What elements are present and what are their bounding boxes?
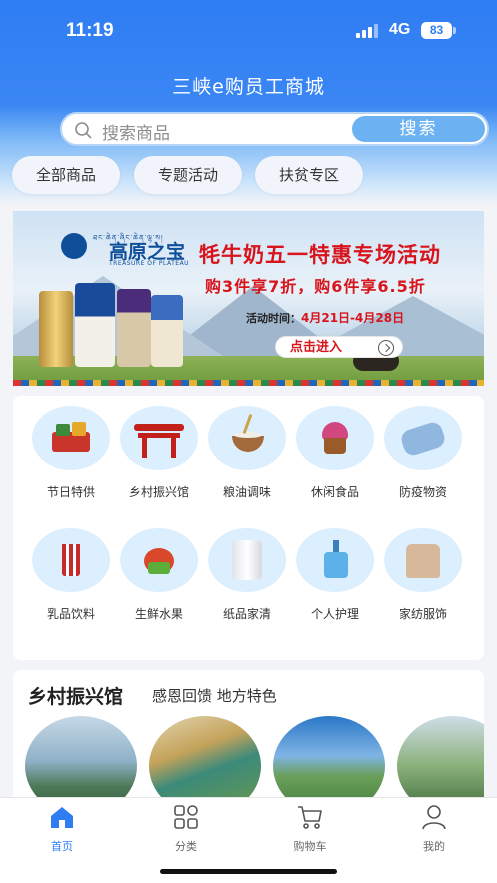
gift-box-icon bbox=[32, 406, 110, 470]
status-time: 11:19 bbox=[66, 20, 114, 41]
category-label: 节日特供 bbox=[46, 485, 95, 499]
banner-cta-label: 点击进入 bbox=[290, 340, 343, 355]
tab-label: 分类 bbox=[175, 840, 197, 853]
tab-cart[interactable]: 购物车 bbox=[275, 804, 345, 854]
user-icon bbox=[422, 805, 446, 830]
search-input[interactable]: 搜索商品 bbox=[102, 119, 170, 144]
battery-icon: 83 bbox=[421, 22, 452, 39]
category-item[interactable]: 家纺服饰 bbox=[379, 528, 467, 622]
chip-all-products[interactable]: 全部商品 bbox=[12, 156, 120, 194]
signal-icon bbox=[356, 24, 380, 38]
section-subtitle: 感恩回馈 地方特色 bbox=[152, 687, 277, 705]
village-photo[interactable] bbox=[25, 716, 137, 800]
pump-bottle-icon bbox=[296, 528, 374, 592]
fruit-teapot-icon bbox=[120, 528, 198, 592]
tibetan-stripe bbox=[13, 380, 484, 386]
search-bar[interactable]: 搜索商品 搜索 bbox=[60, 112, 489, 146]
category-item[interactable]: 乡村振兴馆 bbox=[115, 406, 203, 500]
tab-label: 首页 bbox=[51, 840, 73, 853]
category-label: 个人护理 bbox=[310, 607, 359, 621]
promo-banner[interactable]: ཐང་ཆེན་ཞིང་ཆེན་ལྷ་ས། 高原之宝 TREASURE OF PL… bbox=[13, 211, 484, 386]
home-icon bbox=[51, 807, 73, 828]
brand-logo-icon bbox=[61, 233, 87, 259]
app-title: 三峡e购员工商城 bbox=[172, 76, 325, 98]
category-item[interactable]: 节日特供 bbox=[27, 406, 115, 500]
category-grid-icon bbox=[174, 805, 198, 829]
section-title: 乡村振兴馆 bbox=[28, 686, 124, 708]
category-label: 休闲食品 bbox=[310, 485, 359, 499]
village-photo[interactable] bbox=[397, 716, 484, 800]
category-item[interactable]: 防疫物资 bbox=[379, 406, 467, 500]
category-item[interactable]: 休闲食品 bbox=[291, 406, 379, 500]
paper-roll-icon bbox=[208, 528, 286, 592]
face-mask-icon bbox=[384, 406, 462, 470]
category-label: 生鲜水果 bbox=[134, 607, 183, 621]
cart-icon bbox=[298, 806, 322, 829]
category-label: 纸品家清 bbox=[222, 607, 271, 621]
category-label: 乳品饮料 bbox=[46, 607, 95, 621]
banner-headline: 牦牛奶五一特惠专场活动 bbox=[199, 242, 441, 267]
category-item[interactable]: 生鲜水果 bbox=[115, 528, 203, 622]
category-item[interactable]: 纸品家清 bbox=[203, 528, 291, 622]
sweater-icon bbox=[384, 528, 462, 592]
milk-box-product bbox=[151, 295, 183, 367]
pavilion-gate-icon bbox=[120, 406, 198, 470]
village-photo[interactable] bbox=[149, 716, 261, 800]
category-label: 粮油调味 bbox=[222, 485, 271, 499]
category-label: 防疫物资 bbox=[398, 485, 447, 499]
banner-dates: 活动时间：4月21日-4月28日 bbox=[246, 309, 404, 326]
tab-category[interactable]: 分类 bbox=[151, 804, 221, 854]
village-photo[interactable] bbox=[273, 716, 385, 800]
category-label: 乡村振兴馆 bbox=[128, 485, 189, 499]
category-item[interactable]: 个人护理 bbox=[291, 528, 379, 622]
village-section: 乡村振兴馆 感恩回馈 地方特色 bbox=[13, 670, 484, 800]
home-indicator bbox=[160, 869, 337, 874]
brand-english: TREASURE OF PLATEAU bbox=[109, 260, 190, 267]
date-label: 活动时间： bbox=[246, 312, 301, 325]
cupcake-icon bbox=[296, 406, 374, 470]
tab-mine[interactable]: 我的 bbox=[399, 804, 469, 854]
milk-box-product bbox=[117, 289, 151, 367]
category-item[interactable]: 粮油调味 bbox=[203, 406, 291, 500]
category-item[interactable]: 乳品饮料 bbox=[27, 528, 115, 622]
battery-tip bbox=[453, 27, 456, 34]
banner-enter-button[interactable]: 点击进入 bbox=[275, 336, 403, 358]
chip-special-events[interactable]: 专题活动 bbox=[134, 156, 242, 194]
arrow-right-icon bbox=[378, 340, 394, 356]
chip-poverty-alleviation[interactable]: 扶贫专区 bbox=[255, 156, 363, 194]
network-type: 4G bbox=[389, 21, 411, 38]
drink-cup-icon bbox=[32, 528, 110, 592]
grain-bowl-icon bbox=[208, 406, 286, 470]
milk-can-product bbox=[39, 291, 73, 367]
milk-box-product bbox=[75, 283, 115, 367]
category-label: 家纺服饰 bbox=[398, 607, 447, 621]
date-value: 4月21日-4月28日 bbox=[301, 311, 405, 325]
category-grid: 节日特供 乡村振兴馆 粮油调味 休闲食品 防疫物资 乳品饮料 生鲜水果 纸品家清… bbox=[13, 396, 484, 660]
banner-offer: 购3件享7折，购6件享6.5折 bbox=[205, 277, 426, 296]
tab-home[interactable]: 首页 bbox=[27, 804, 97, 854]
tab-label: 我的 bbox=[423, 840, 445, 853]
tab-label: 购物车 bbox=[293, 840, 327, 853]
search-button[interactable]: 搜索 bbox=[352, 116, 485, 142]
search-icon bbox=[75, 122, 92, 139]
status-bar: 11:19 4G 83 bbox=[0, 0, 497, 60]
